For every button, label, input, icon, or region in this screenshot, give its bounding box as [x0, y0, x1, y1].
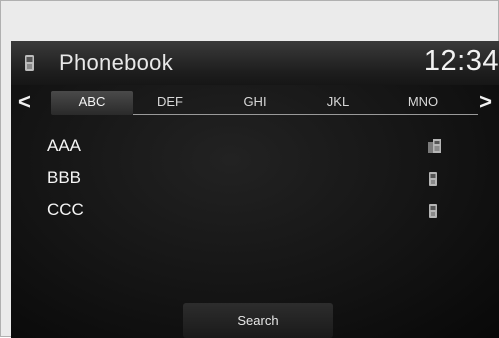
phone-icon	[25, 55, 34, 71]
tab-def[interactable]: DEF	[145, 94, 195, 109]
contact-row-bbb[interactable]: BBB	[47, 168, 81, 188]
phone-icon	[429, 204, 437, 218]
multi-phone-icon	[428, 139, 441, 153]
search-button[interactable]: Search	[183, 303, 333, 338]
clock: 12:34	[423, 45, 499, 77]
tab-abc[interactable]: ABC	[67, 94, 117, 109]
tab-underline	[133, 114, 478, 115]
contact-row-aaa[interactable]: AAA	[47, 136, 81, 156]
tab-jkl[interactable]: JKL	[313, 94, 363, 109]
tab-bar: < ABC DEF GHI JKL MNO >	[11, 91, 499, 115]
phone-icon	[429, 172, 437, 186]
header-bar: Phonebook 12:34	[11, 41, 499, 85]
device-frame: Phonebook 12:34 < ABC DEF GHI JKL MNO > …	[0, 0, 499, 338]
search-button-label: Search	[237, 313, 279, 328]
page-title: Phonebook	[59, 50, 174, 75]
prev-page-button[interactable]: <	[18, 91, 31, 113]
tab-ghi[interactable]: GHI	[230, 94, 280, 109]
tab-mno[interactable]: MNO	[398, 94, 448, 109]
phonebook-screen: Phonebook 12:34 < ABC DEF GHI JKL MNO > …	[11, 41, 499, 338]
contact-row-ccc[interactable]: CCC	[47, 200, 84, 220]
next-page-button[interactable]: >	[479, 91, 492, 113]
